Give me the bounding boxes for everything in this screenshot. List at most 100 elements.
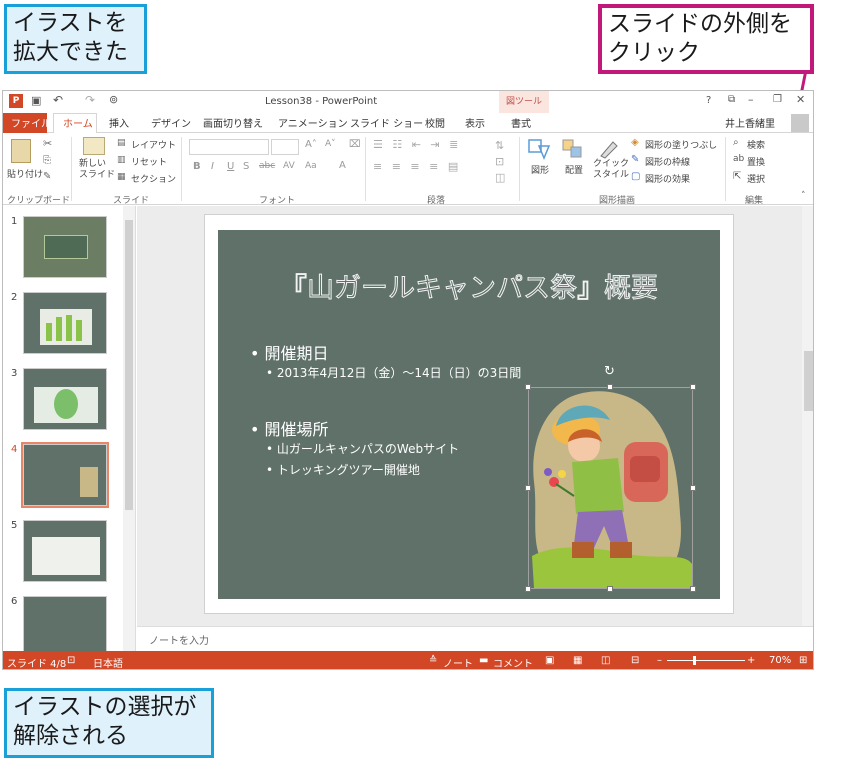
tab-design[interactable]: デザイン (151, 115, 191, 130)
close-icon[interactable]: ✕ (796, 93, 805, 106)
tab-insert[interactable]: 挿入 (109, 115, 129, 130)
layout-button[interactable]: レイアウト (131, 138, 176, 151)
slide-thumbnail-6[interactable] (23, 596, 107, 658)
change-case-icon[interactable]: Aa (305, 161, 317, 171)
font-name-select[interactable] (189, 139, 269, 155)
find-button[interactable]: 検索 (747, 138, 765, 151)
undo-icon[interactable]: ↶ (53, 93, 63, 107)
quick-styles-button-label[interactable]: クイック スタイル (593, 159, 629, 181)
replace-button[interactable]: 置換 (747, 155, 765, 168)
cut-icon[interactable]: ✂ (43, 137, 52, 150)
ribbon-home: 貼り付け ✂ ⎘ ✎ クリップボード 新しい スライド ▤ レイアウト ▥ リセ… (3, 133, 813, 206)
tab-review[interactable]: 校閲 (425, 115, 445, 130)
zoom-level[interactable]: 70% (769, 655, 791, 666)
format-painter-icon[interactable]: ✎ (43, 171, 51, 182)
reading-view-icon[interactable]: ◫ (601, 655, 610, 666)
tab-transitions[interactable]: 画面切り替え (203, 115, 263, 130)
arrange-button-label[interactable]: 配置 (565, 163, 583, 176)
section-button[interactable]: セクション (131, 172, 176, 185)
quick-styles-icon[interactable] (597, 138, 621, 160)
text-direction-icons[interactable]: ⇅ ⊡ ◫ (495, 138, 505, 186)
resize-handle[interactable] (690, 586, 696, 592)
paste-icon[interactable] (11, 139, 31, 163)
reset-button[interactable]: リセット (131, 155, 167, 168)
normal-view-icon[interactable]: ▣ (545, 655, 554, 666)
new-slide-button-label[interactable]: 新しい スライド (79, 159, 115, 181)
underline-icon[interactable]: U (227, 161, 234, 172)
language-status[interactable]: 日本語 (93, 655, 123, 669)
slideshow-icon[interactable]: ⊟ (631, 655, 639, 666)
shape-fill-button[interactable]: 図形の塗りつぶし (645, 138, 717, 151)
copy-icon[interactable]: ⎘ (43, 155, 51, 166)
illustration-selection-frame (528, 387, 693, 589)
spellcheck-icon[interactable]: ⊡ (67, 655, 75, 666)
char-spacing-icon[interactable]: AV (283, 161, 295, 171)
shrink-font-icon[interactable]: A˅ (325, 139, 336, 149)
tab-format[interactable]: 書式 (511, 115, 531, 130)
restore-icon[interactable]: ❐ (773, 94, 782, 105)
resize-handle[interactable] (607, 384, 613, 390)
slide-title[interactable]: 『山ガールキャンパス祭』概要 (218, 266, 720, 305)
avatar[interactable] (791, 114, 809, 132)
slide-thumbnail-pane: 1 2 3 4 5 6 (3, 206, 136, 658)
resize-handle[interactable] (690, 384, 696, 390)
thumbnail-scrollbar[interactable] (123, 206, 135, 654)
tab-animations[interactable]: アニメーション (278, 115, 348, 130)
resize-handle[interactable] (525, 485, 531, 491)
slide-sorter-icon[interactable]: ▦ (573, 655, 582, 666)
new-slide-icon[interactable] (83, 137, 105, 155)
layout-icon: ▤ (117, 138, 126, 148)
user-name[interactable]: 井上香緒里 (725, 115, 775, 130)
redo-icon[interactable]: ↷ (85, 93, 95, 107)
help-icon[interactable]: ? (706, 95, 711, 106)
start-from-beginning-icon[interactable]: ⊚ (109, 93, 118, 106)
zoom-out-icon[interactable]: – (657, 655, 662, 666)
slide-thumbnail-5[interactable] (23, 520, 107, 582)
minimize-icon[interactable]: – (748, 93, 754, 106)
paragraph-align-icons[interactable]: ≡ ≡ ≡ ≡ ▤ (373, 160, 461, 173)
grow-font-icon[interactable]: A˄ (305, 139, 317, 150)
font-color-icon[interactable]: A (339, 160, 346, 171)
resize-handle[interactable] (525, 384, 531, 390)
slide-thumbnail-3[interactable] (23, 368, 107, 430)
fit-slide-icon[interactable]: ⊞ (799, 655, 807, 666)
tab-slideshow[interactable]: スライド ショー (350, 115, 423, 130)
canvas-scrollbar[interactable] (802, 206, 813, 626)
zoom-slider-thumb[interactable] (693, 656, 696, 665)
shape-effects-button[interactable]: 図形の効果 (645, 172, 690, 185)
slide[interactable]: 『山ガールキャンパス祭』概要 • 開催期日 • 2013年4月12日（金）～14… (218, 230, 720, 599)
font-size-select[interactable] (271, 139, 299, 155)
group-clipboard-label: クリップボード (7, 196, 71, 206)
resize-handle[interactable] (525, 586, 531, 592)
slide-thumbnail-2[interactable] (23, 292, 107, 354)
notes-pane[interactable]: ノートを入力 (137, 626, 813, 651)
tab-view[interactable]: 表示 (465, 115, 485, 130)
zoom-slider[interactable] (667, 660, 745, 661)
callout-illustration-enlarged: イラストを 拡大できた (4, 4, 147, 74)
thumbnail-number: 1 (11, 216, 18, 227)
strikethrough-icon[interactable]: abc (259, 161, 275, 171)
bold-icon[interactable]: B (193, 161, 201, 172)
paste-button-label[interactable]: 貼り付け (7, 167, 43, 180)
shapes-button-label[interactable]: 図形 (531, 163, 549, 176)
shape-outline-button[interactable]: 図形の枠線 (645, 155, 690, 168)
select-button[interactable]: 選択 (747, 172, 765, 185)
resize-handle[interactable] (607, 586, 613, 592)
resize-handle[interactable] (690, 485, 696, 491)
collapse-ribbon-icon[interactable]: ˄ (801, 191, 806, 201)
slide-thumbnail-1[interactable] (23, 216, 107, 278)
slide-thumbnail-4[interactable] (23, 444, 107, 506)
clear-format-icon[interactable]: ⌧ (349, 139, 361, 150)
comments-toggle[interactable]: コメント (493, 655, 533, 669)
shadow-icon[interactable]: S (243, 161, 249, 172)
paragraph-list-icons[interactable]: ☰ ☷ ⇤ ⇥ ≣ (373, 138, 461, 151)
save-icon[interactable]: ▣ (31, 94, 41, 107)
rotate-handle-icon[interactable]: ↻ (604, 364, 615, 379)
shapes-icon[interactable] (527, 138, 551, 160)
thumbnail-number: 5 (11, 520, 18, 531)
ribbon-display-icon[interactable]: ⧉ (728, 94, 735, 105)
italic-icon[interactable]: I (211, 161, 214, 172)
zoom-in-icon[interactable]: + (747, 655, 755, 666)
arrange-icon[interactable] (561, 138, 585, 160)
notes-toggle[interactable]: ノート (443, 655, 473, 669)
